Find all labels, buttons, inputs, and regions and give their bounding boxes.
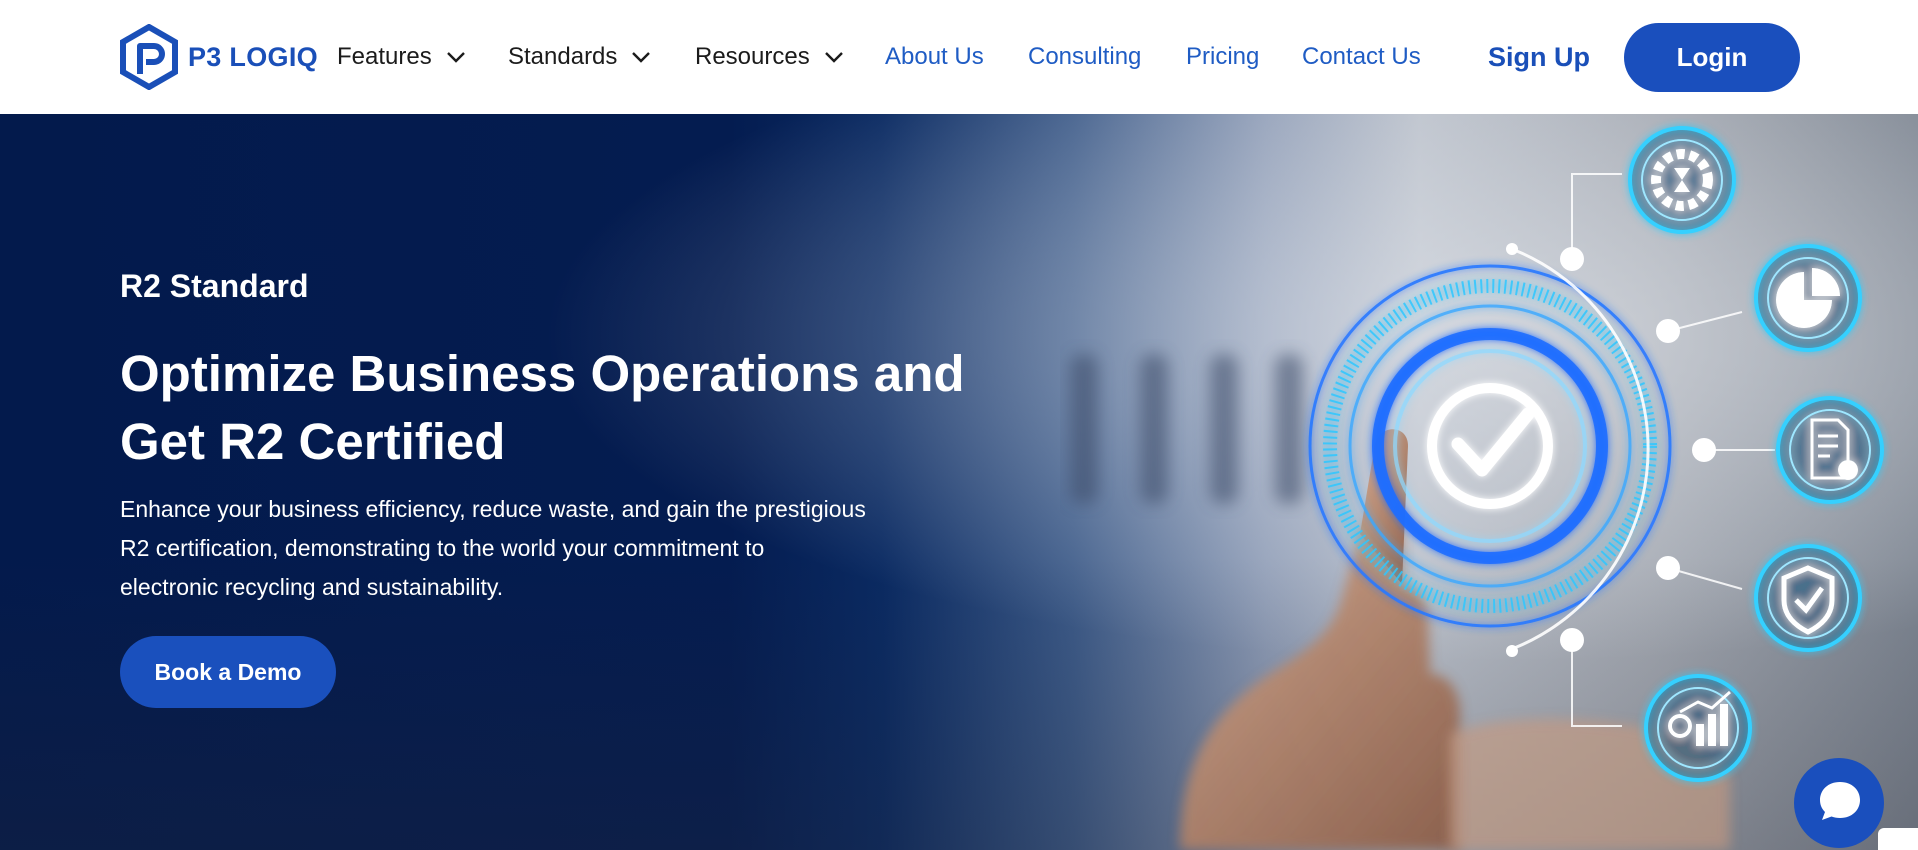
- login-button[interactable]: Login: [1624, 23, 1800, 92]
- logo-text: P3 LOGIQ: [188, 41, 318, 72]
- hero-desc-line3: electronic recycling and sustainability.: [120, 574, 504, 600]
- nav-standards-label: Standards: [508, 43, 618, 70]
- nav-standards[interactable]: Standards: [508, 0, 651, 114]
- book-demo-button[interactable]: Book a Demo: [120, 636, 336, 708]
- nav-consulting[interactable]: Consulting: [1028, 0, 1141, 114]
- nav-contact-us[interactable]: Contact Us: [1302, 0, 1421, 114]
- hero-illustration: [1180, 126, 1884, 850]
- chevron-down-icon: [632, 52, 651, 63]
- nav-resources[interactable]: Resources: [695, 0, 844, 114]
- hero-desc-line1: Enhance your business efficiency, reduce…: [120, 496, 866, 522]
- hero-section: R2 Standard Optimize Business Operations…: [0, 114, 1918, 850]
- hero-headline-line2: Get R2 Certified: [120, 413, 506, 470]
- chat-launcher-button[interactable]: [1794, 758, 1884, 848]
- p3-logo-icon: [120, 24, 178, 90]
- corner-widget-tab[interactable]: [1878, 828, 1918, 850]
- pie-chart-icon: [1754, 244, 1862, 352]
- nav-features[interactable]: Features: [337, 0, 466, 114]
- document-check-icon: [1776, 396, 1884, 504]
- hero-headline: Optimize Business Operations and Get R2 …: [120, 340, 980, 476]
- hero-desc-line2: R2 certification, demonstrating to the w…: [120, 535, 765, 561]
- nav-pricing[interactable]: Pricing: [1186, 0, 1259, 114]
- hero-headline-line1: Optimize Business Operations and: [120, 345, 965, 402]
- nav-about-us[interactable]: About Us: [885, 0, 984, 114]
- hourglass-gear-icon: [1628, 126, 1736, 234]
- site-header: P3 LOGIQ Features Standards Resources Ab…: [0, 0, 1918, 114]
- chat-bubble-icon: [1820, 782, 1860, 820]
- sign-up-link[interactable]: Sign Up: [1488, 0, 1590, 114]
- shield-check-icon: [1754, 544, 1862, 652]
- hero-description: Enhance your business efficiency, reduce…: [120, 490, 920, 607]
- nav-resources-label: Resources: [695, 43, 810, 70]
- hero-eyebrow: R2 Standard: [120, 268, 309, 304]
- brand-logo[interactable]: P3 LOGIQ: [118, 24, 318, 90]
- chevron-down-icon: [446, 52, 465, 63]
- nav-features-label: Features: [337, 43, 432, 70]
- checkmark-icon: [1427, 383, 1553, 509]
- growth-chart-icon: [1644, 674, 1752, 782]
- chevron-down-icon: [824, 52, 843, 63]
